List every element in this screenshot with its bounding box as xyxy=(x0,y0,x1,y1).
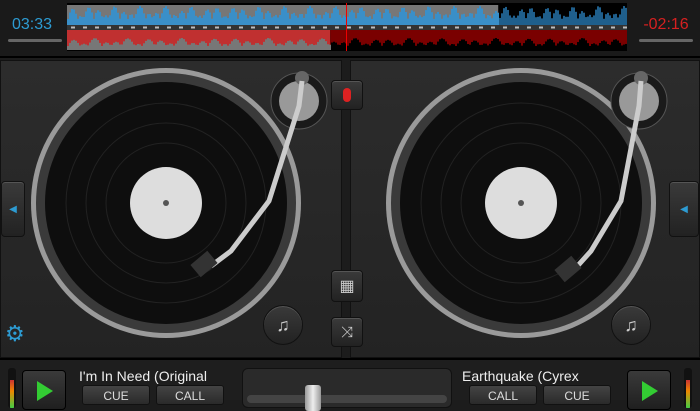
cue-button-b[interactable]: CUE xyxy=(543,385,611,405)
microphone-icon xyxy=(343,88,351,102)
remaining-time: -02:16 xyxy=(643,16,689,33)
crossfader[interactable] xyxy=(242,368,452,411)
settings-button[interactable]: ⚙ xyxy=(1,301,41,359)
arrow-icon: ◀ xyxy=(9,203,17,215)
vu-meter-b xyxy=(684,368,692,408)
track-title-b: Earthquake (Cyrex xyxy=(462,368,579,384)
waveform-bar: 03:33 -02:16 xyxy=(0,0,700,58)
pitch-line-a[interactable] xyxy=(8,39,62,42)
play-icon xyxy=(642,381,658,401)
add-music-button-b[interactable]: ♫ xyxy=(611,305,651,345)
deck-b-side-arrow[interactable]: ◀ xyxy=(669,181,699,237)
grid-button[interactable]: ▦ xyxy=(331,270,363,302)
play-button-a[interactable] xyxy=(22,370,66,410)
shuffle-button[interactable]: ⤨ xyxy=(331,317,363,347)
call-button-a[interactable]: CALL xyxy=(156,385,224,405)
deck-a-side-arrow[interactable]: ◀ xyxy=(1,181,25,237)
pitch-line-b[interactable] xyxy=(639,39,693,42)
grid-icon: ▦ xyxy=(339,278,355,295)
settings-icon: ⚙ xyxy=(5,321,25,346)
music-add-icon: ♫ xyxy=(276,314,290,335)
turntable-a[interactable] xyxy=(31,68,301,338)
elapsed-time: 03:33 xyxy=(11,16,53,33)
music-add-icon: ♫ xyxy=(624,314,638,335)
play-button-b[interactable] xyxy=(627,370,671,410)
cue-button-a[interactable]: CUE xyxy=(82,385,150,405)
track-title-a: I'm In Need (Original xyxy=(79,368,207,384)
waveform[interactable] xyxy=(67,3,627,51)
microphone-button[interactable] xyxy=(331,80,363,110)
call-button-b[interactable]: CALL xyxy=(469,385,537,405)
arrow-icon: ◀ xyxy=(680,203,688,215)
play-icon xyxy=(37,381,53,401)
vu-meter-a xyxy=(8,368,16,408)
deck-a: ◀ ♫ ⚙ xyxy=(0,60,342,358)
bottom-controls: I'm In Need (Original CUE CALL Earthquak… xyxy=(0,358,700,411)
shuffle-icon: ⤨ xyxy=(340,323,353,341)
crossfader-handle[interactable] xyxy=(305,385,321,411)
deck-b: ◀ ♫ xyxy=(350,60,700,358)
add-music-button-a[interactable]: ♫ xyxy=(263,305,303,345)
